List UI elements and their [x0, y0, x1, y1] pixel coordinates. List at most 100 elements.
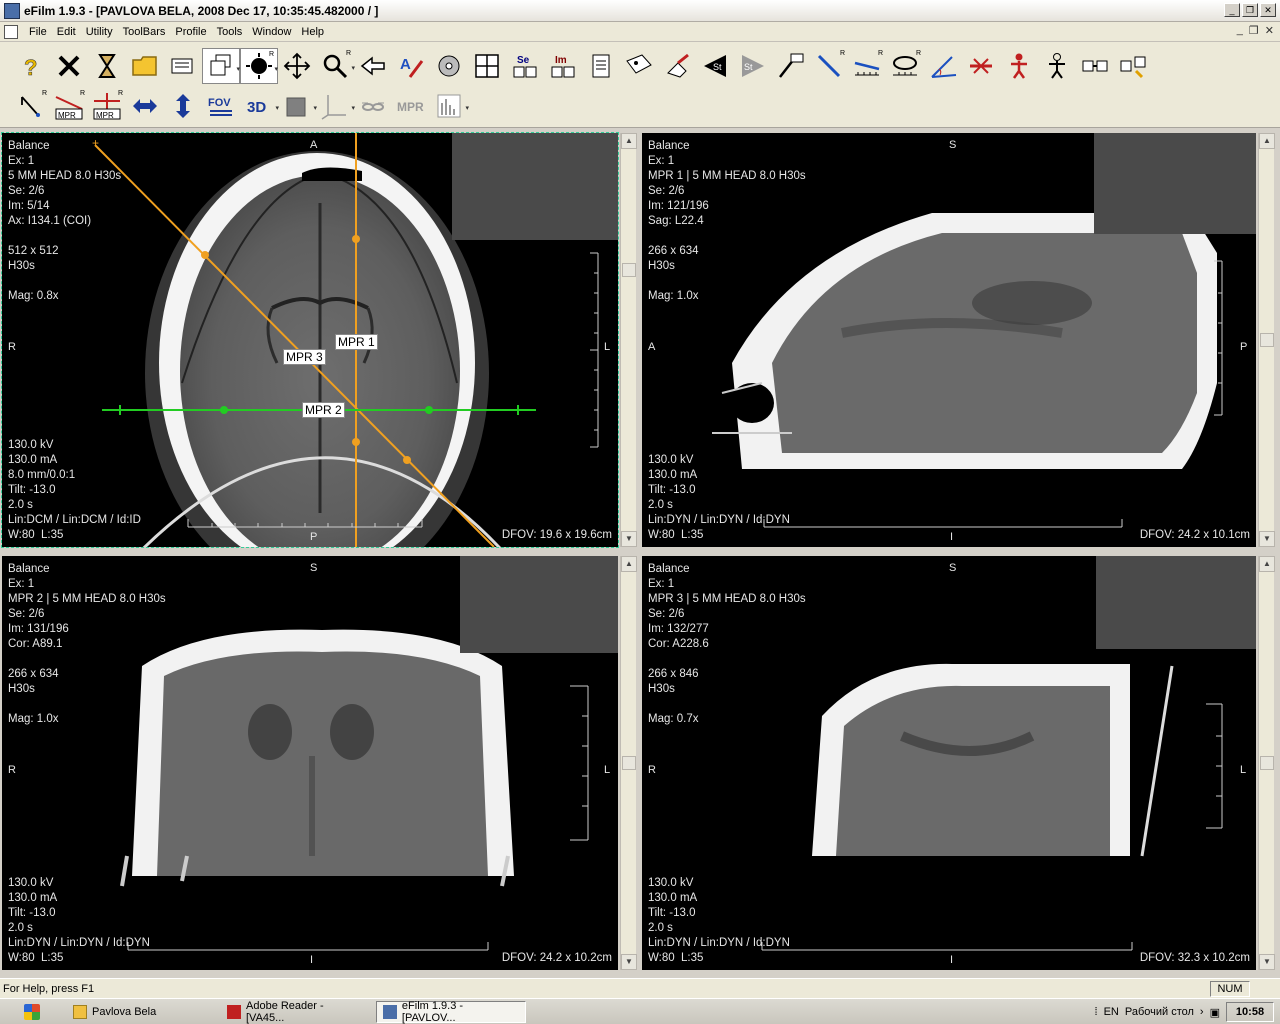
scroll-up-arrow[interactable]: ▲ — [621, 556, 637, 572]
probe-button[interactable] — [772, 48, 810, 84]
clock[interactable]: 10:58 — [1226, 1002, 1274, 1022]
layout-grid-button[interactable] — [468, 48, 506, 84]
chevron-right-icon[interactable]: › — [1200, 1006, 1204, 1018]
scroll-down-arrow[interactable]: ▼ — [1259, 954, 1275, 970]
study-list-button[interactable] — [164, 48, 202, 84]
tray-expand-icon[interactable]: ⁞ — [1095, 1006, 1098, 1018]
previous-study-button[interactable]: St — [696, 48, 734, 84]
annotate-text-button[interactable]: A — [392, 48, 430, 84]
task-pavlova-bela[interactable]: Pavlova Bela — [66, 1001, 216, 1023]
menu-profile[interactable]: Profile — [170, 26, 211, 38]
system-tray: ⁞ EN Рабочий стол › ▣ 10:58 — [1095, 1001, 1280, 1023]
svg-text:3D: 3D — [247, 99, 266, 116]
child-close-button[interactable]: ✕ — [1265, 24, 1274, 37]
task-adobe-reader[interactable]: Adobe Reader - [VA45... — [220, 1000, 372, 1024]
viewport-axial[interactable]: + MPR 1 MPR 3 MPR 2 Balance Ex: 15 MM HEA… — [1, 132, 619, 548]
scroll-down-arrow[interactable]: ▼ — [1259, 531, 1275, 547]
document-icon[interactable] — [4, 24, 18, 39]
scale-ruler — [127, 685, 589, 951]
toolbar-area: ? ▾ R ▾ R ▾ A Se Im St St R R R R MPR R MPR R FOV 3D ▾ ▾ ▾ MPR ▾ — [0, 42, 1280, 128]
tray-app-icon[interactable]: ▣ — [1210, 1006, 1220, 1019]
start-button[interactable] — [2, 1001, 62, 1023]
menu-utility[interactable]: Utility — [81, 26, 118, 38]
help-button[interactable]: ? — [12, 48, 50, 84]
desktop-toolbar[interactable]: Рабочий стол — [1125, 1006, 1194, 1018]
series-layout-button[interactable]: Se — [506, 48, 544, 84]
person-reset-icon — [1049, 53, 1065, 79]
task-efilm[interactable]: eFilm 1.9.3 - [PAVLOV... — [376, 1000, 526, 1024]
eraser-button[interactable] — [658, 48, 696, 84]
open-folder-button[interactable] — [126, 48, 164, 84]
key-image-button[interactable] — [620, 48, 658, 84]
scroll-down-arrow[interactable]: ▼ — [621, 954, 637, 970]
menu-file[interactable]: File — [24, 26, 52, 38]
restore-button[interactable]: ❐ — [1242, 3, 1258, 17]
person-icon — [1011, 53, 1027, 79]
chevron-down-icon[interactable]: ▾ — [465, 104, 469, 112]
mpr-cross-button[interactable]: MPR R — [88, 88, 126, 124]
scroll-thumb[interactable] — [622, 756, 636, 770]
axes-button[interactable]: ▾ — [316, 88, 355, 124]
title-bar: eFilm 1.9.3 - [PAVLOVA BELA, 2008 Dec 17… — [0, 0, 1280, 22]
menu-edit[interactable]: Edit — [52, 26, 81, 38]
scrollbar-oblique[interactable]: ▲ ▼ — [1258, 556, 1275, 970]
help-icon: ? — [24, 55, 38, 81]
flip-vertical-button[interactable] — [164, 88, 202, 124]
scrollbar-sagittal[interactable]: ▲ ▼ — [1258, 133, 1275, 547]
cube-button[interactable]: ▾ — [278, 88, 317, 124]
minimize-button[interactable]: _ — [1224, 3, 1240, 17]
window-level-button[interactable]: R ▾ — [240, 48, 278, 84]
ruler-button[interactable]: R — [848, 48, 886, 84]
fov-button[interactable]: FOV — [202, 88, 240, 124]
ellipse-roi-button[interactable]: R — [886, 48, 924, 84]
scrollbar-axial[interactable]: ▲ ▼ — [620, 133, 637, 547]
viewport-coronal[interactable]: Balance Ex: 1 MPR 2 | 5 MM HEAD 8.0 H30s Se… — [2, 556, 618, 970]
flip-horizontal-button[interactable] — [126, 88, 164, 124]
language-indicator[interactable]: EN — [1104, 1006, 1119, 1018]
hourglass-button[interactable] — [88, 48, 126, 84]
scroll-thumb[interactable] — [622, 263, 636, 277]
scroll-thumb[interactable] — [1260, 333, 1274, 347]
zoom-button[interactable]: R ▾ — [316, 48, 355, 84]
menu-help[interactable]: Help — [296, 26, 329, 38]
scroll-thumb[interactable] — [1260, 756, 1274, 770]
pan-button[interactable] — [278, 48, 316, 84]
cascade-button[interactable]: ▾ — [202, 48, 240, 84]
scroll-down-arrow[interactable]: ▼ — [621, 531, 637, 547]
arrow-back-button[interactable] — [354, 48, 392, 84]
axes-icon — [321, 95, 346, 120]
angle-button[interactable] — [924, 48, 962, 84]
scroll-up-arrow[interactable]: ▲ — [1259, 556, 1275, 572]
menu-toolbars[interactable]: ToolBars — [118, 26, 171, 38]
menu-window[interactable]: Window — [247, 26, 296, 38]
sync-button[interactable] — [1114, 48, 1152, 84]
scroll-up-arrow[interactable]: ▲ — [1259, 133, 1275, 149]
cine-button[interactable] — [430, 48, 468, 84]
mpr-disabled-button[interactable]: MPR — [392, 88, 430, 124]
scroll-up-arrow[interactable]: ▲ — [621, 133, 637, 149]
child-minimize-button[interactable]: _ — [1237, 24, 1243, 37]
close-study-button[interactable] — [50, 48, 88, 84]
link-series-button[interactable] — [1076, 48, 1114, 84]
rotate-button[interactable]: R — [12, 88, 50, 124]
histogram-button[interactable]: ▾ — [430, 88, 469, 124]
person-reset-button[interactable] — [1038, 48, 1076, 84]
scrollbar-coronal[interactable]: ▲ ▼ — [620, 556, 637, 970]
line-measure-button[interactable]: R — [810, 48, 848, 84]
next-study-button[interactable]: St — [734, 48, 772, 84]
menu-tools[interactable]: Tools — [212, 26, 248, 38]
3d-button[interactable]: 3D ▾ — [240, 88, 279, 124]
report-icon — [592, 54, 610, 78]
close-button[interactable]: ✕ — [1260, 3, 1276, 17]
viewport-sagittal[interactable]: Balance Ex: 1 MPR 1 | 5 MM HEAD 8.0 H30s Se… — [642, 133, 1256, 547]
person-button[interactable] — [1000, 48, 1038, 84]
report-button[interactable] — [582, 48, 620, 84]
cross-button[interactable] — [962, 48, 1000, 84]
viewport-oblique[interactable]: Balance Ex: 1 MPR 3 | 5 MM HEAD 8.0 H30s Se… — [642, 556, 1256, 970]
app-icon[interactable] — [4, 2, 20, 19]
child-restore-button[interactable]: ❐ — [1249, 24, 1259, 37]
glasses-button[interactable] — [354, 88, 392, 124]
image-layout-button[interactable]: Im — [544, 48, 582, 84]
scale-ruler — [763, 260, 1223, 528]
mpr-line-button[interactable]: MPR R — [50, 88, 88, 124]
